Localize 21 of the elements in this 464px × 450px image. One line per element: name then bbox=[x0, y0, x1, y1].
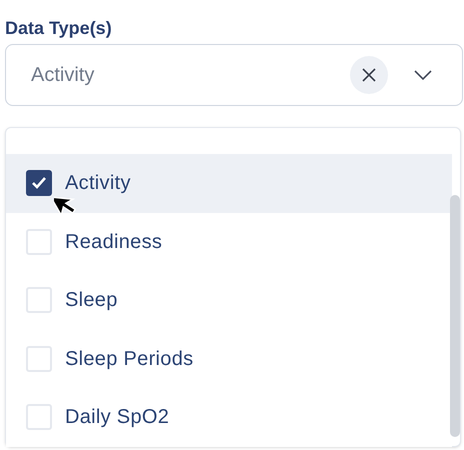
option-item[interactable]: Readiness bbox=[6, 212, 452, 271]
selected-value: Activity bbox=[31, 63, 96, 88]
option-label: Readiness bbox=[65, 230, 162, 255]
option-label: Activity bbox=[65, 171, 131, 196]
checkbox[interactable] bbox=[26, 404, 52, 430]
option-item[interactable]: Daily SpO2 bbox=[6, 388, 452, 446]
option-label: Daily SpO2 bbox=[65, 405, 170, 430]
chevron-down-icon[interactable] bbox=[414, 70, 432, 80]
close-icon bbox=[361, 67, 377, 83]
checkbox[interactable] bbox=[26, 170, 52, 196]
checkbox[interactable] bbox=[26, 228, 52, 255]
checkbox[interactable] bbox=[26, 346, 52, 372]
scrollbar[interactable] bbox=[450, 195, 460, 437]
select-field[interactable]: Activity bbox=[5, 44, 463, 106]
field-label: Data Type(s) bbox=[5, 18, 112, 38]
clear-button[interactable] bbox=[350, 56, 388, 94]
option-item[interactable]: Activity bbox=[6, 154, 452, 212]
check-icon bbox=[31, 176, 47, 190]
option-label: Sleep Periods bbox=[65, 346, 194, 372]
checkbox[interactable] bbox=[26, 287, 52, 314]
option-label: Sleep bbox=[65, 288, 118, 314]
